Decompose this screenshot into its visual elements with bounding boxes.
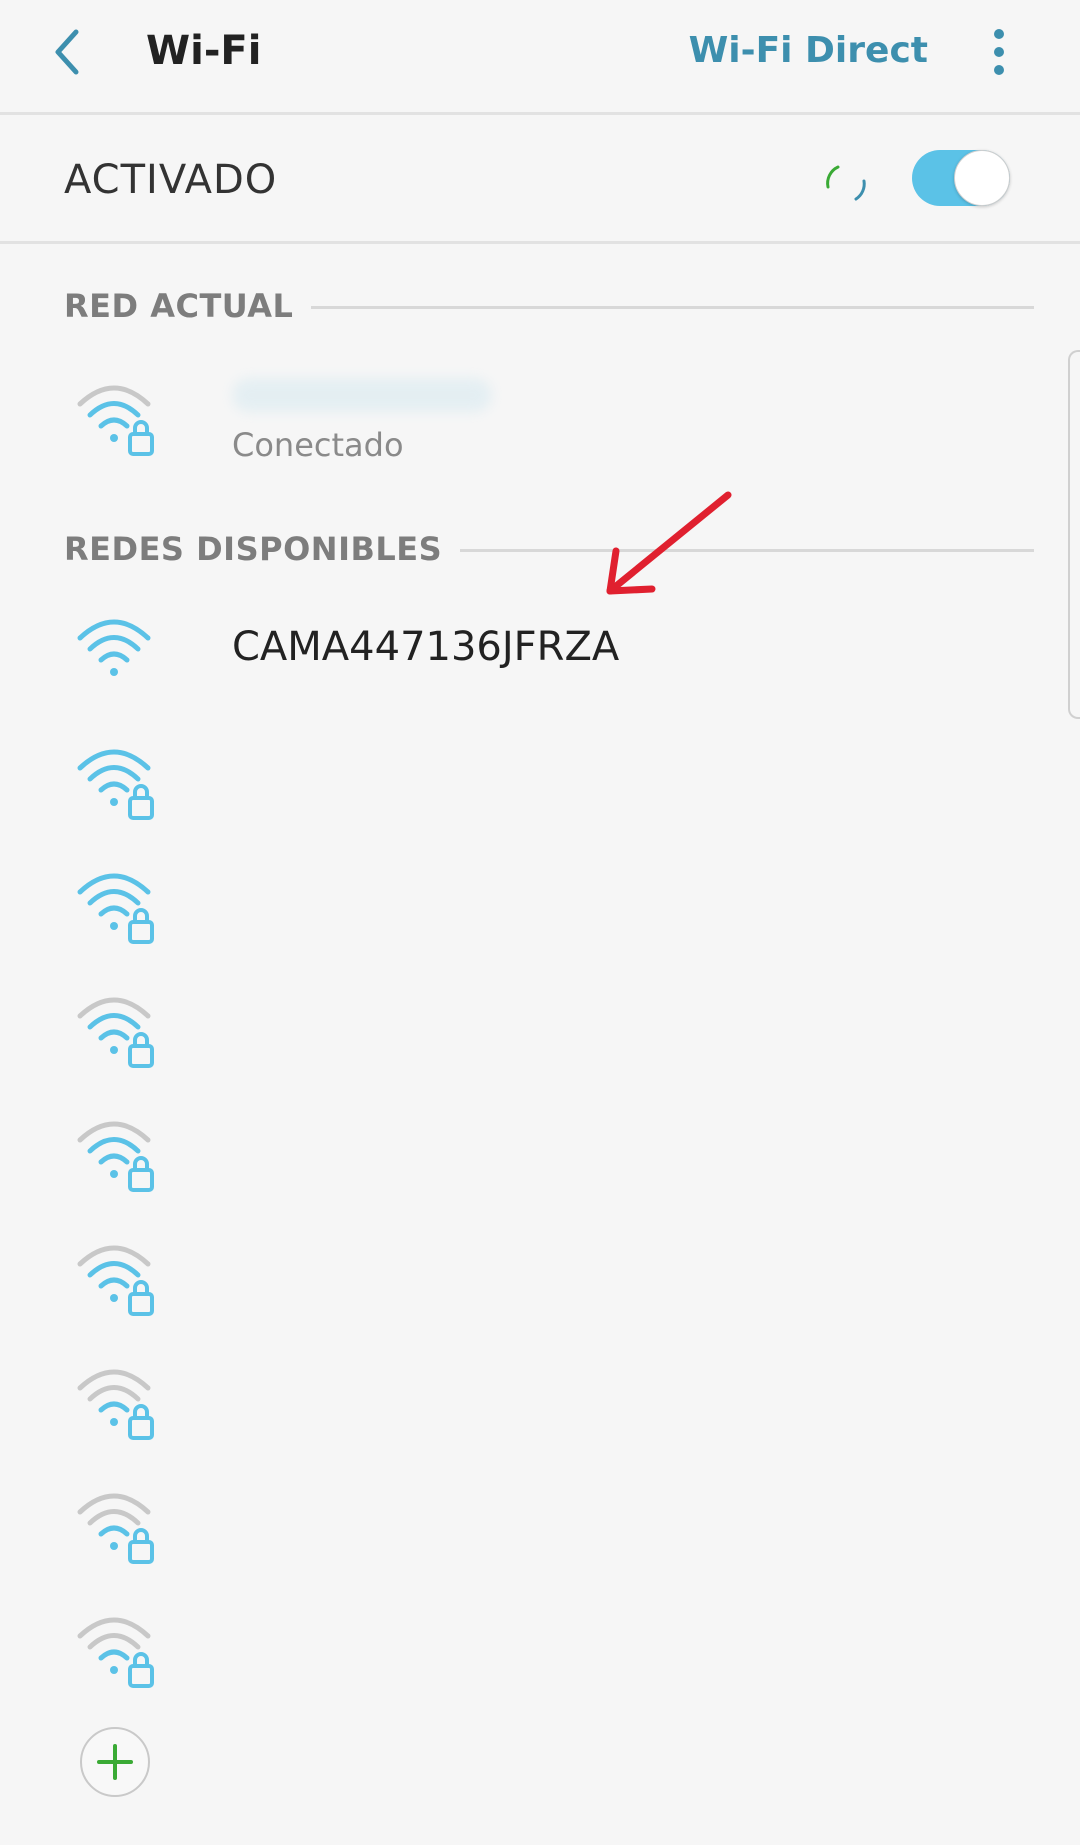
- wifi-direct-button[interactable]: Wi-Fi Direct: [689, 30, 928, 71]
- current-network-section-header: RED ACTUAL: [64, 287, 1034, 327]
- plus-icon: [97, 1744, 133, 1780]
- network-item[interactable]: [0, 1590, 1080, 1710]
- network-item[interactable]: [0, 1342, 1080, 1462]
- more-vertical-icon: [994, 65, 1004, 75]
- network-item[interactable]: [0, 1466, 1080, 1586]
- network-item[interactable]: [0, 1218, 1080, 1338]
- wifi-lock-icon: [77, 1245, 154, 1316]
- wifi-signal-icon: [77, 619, 151, 676]
- network-item[interactable]: [0, 846, 1080, 966]
- wifi-lock-icon: [77, 385, 154, 456]
- current-network-item[interactable]: Conectado: [0, 368, 1080, 488]
- add-network-button[interactable]: [80, 1727, 150, 1797]
- more-vertical-icon: [994, 47, 1004, 57]
- section-title-current: RED ACTUAL: [64, 287, 312, 325]
- wifi-state-label: ACTIVADO: [64, 157, 278, 203]
- loading-spinner-icon: [826, 165, 866, 201]
- network-item[interactable]: [0, 970, 1080, 1090]
- network-item[interactable]: [0, 722, 1080, 842]
- wifi-lock-icon: [77, 1617, 154, 1688]
- more-vertical-icon: [994, 29, 1004, 39]
- wifi-lock-icon: [77, 1369, 154, 1440]
- wifi-settings-screen: Wi-Fi Wi-Fi Direct ACTIVADO RED ACTUAL C…: [0, 0, 1080, 1845]
- network-item[interactable]: [0, 1094, 1080, 1214]
- wifi-toggle-switch[interactable]: [912, 150, 1010, 206]
- wifi-lock-icon: [77, 1493, 154, 1564]
- edge-panel-handle[interactable]: [1068, 350, 1080, 719]
- wifi-lock-icon: [77, 997, 154, 1068]
- network-name: CAMA447136JFRZA: [232, 624, 620, 670]
- wifi-master-switch-row[interactable]: ACTIVADO: [0, 115, 1080, 244]
- available-networks-section-header: REDES DISPONIBLES: [64, 530, 1034, 570]
- section-title-available: REDES DISPONIBLES: [64, 530, 461, 568]
- connection-status: Conectado: [232, 426, 404, 464]
- back-button[interactable]: [48, 22, 118, 82]
- toggle-knob: [954, 150, 1010, 206]
- wifi-lock-icon: [77, 749, 154, 820]
- more-options-button[interactable]: [984, 22, 1014, 82]
- annotation-arrow-icon: [606, 491, 732, 595]
- page-title: Wi-Fi: [146, 28, 262, 74]
- app-bar: Wi-Fi Wi-Fi Direct: [0, 0, 1080, 115]
- redacted-network-name: [232, 378, 492, 412]
- network-item[interactable]: CAMA447136JFRZA: [0, 600, 1080, 720]
- wifi-lock-icon: [77, 1121, 154, 1192]
- back-arrow-icon: [55, 29, 79, 75]
- wifi-lock-icon: [77, 873, 154, 944]
